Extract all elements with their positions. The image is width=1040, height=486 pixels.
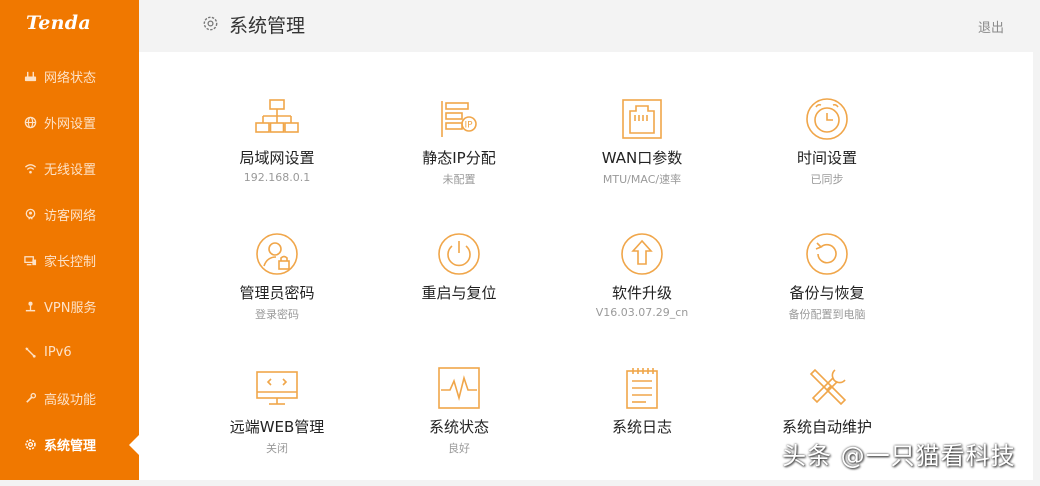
sidebar-item-label: 系统管理	[44, 438, 97, 454]
tile-sub: MTU/MAC/速率	[602, 173, 682, 186]
svg-text:IP: IP	[465, 121, 474, 131]
tile-static-ip[interactable]: IP 静态IP分配 未配置	[369, 97, 549, 217]
tile-sub: 192.168.0.1	[243, 171, 311, 184]
maintenance-icon	[805, 366, 849, 410]
tile-time-settings[interactable]: 时间设置 已同步	[737, 97, 917, 217]
sidebar-item-label: 家长控制	[44, 254, 97, 270]
tile-label: 系统自动维护	[781, 418, 872, 436]
sidebar-item-label: 网络状态	[44, 70, 97, 86]
backup-restore-icon	[805, 232, 849, 276]
logout-link[interactable]: 退出	[978, 17, 1004, 36]
tile-label: 软件升级	[611, 284, 672, 302]
wrench-icon	[23, 391, 37, 405]
globe-icon	[23, 115, 37, 129]
sidebar-item-system-management[interactable]: 系统管理	[0, 421, 139, 467]
tile-label: 局域网设置	[239, 149, 315, 167]
sidebar-item-label: 访客网络	[44, 208, 97, 224]
tile-system-log[interactable]: 系统日志	[552, 366, 732, 486]
sidebar-item-ipv6[interactable]: IPv6	[0, 329, 139, 375]
tile-sub: 关闭	[266, 442, 288, 455]
sidebar-item-label: 无线设置	[44, 162, 97, 178]
sidebar-item-label: IPv6	[44, 344, 72, 360]
tile-label: 系统日志	[611, 418, 672, 436]
tile-sub: V16.03.07.29_cn	[595, 306, 689, 319]
tile-remote-web-management[interactable]: 远端WEB管理 关闭	[187, 366, 367, 486]
upgrade-icon	[620, 232, 664, 276]
tenda-logo: Tenda	[26, 12, 91, 34]
ipv6-icon	[23, 345, 37, 359]
tile-sub: 登录密码	[255, 308, 299, 321]
static-ip-icon: IP	[437, 97, 481, 141]
system-log-icon	[620, 366, 664, 410]
tile-sub: 良好	[448, 442, 470, 455]
sidebar-item-network-status[interactable]: 网络状态	[0, 53, 139, 99]
watermark: 头条 @一只猫看科技	[782, 442, 1016, 470]
sidebar-item-advanced[interactable]: 高级功能	[0, 375, 139, 421]
page-title: 系统管理	[229, 15, 306, 37]
sidebar-item-wan-settings[interactable]: 外网设置	[0, 99, 139, 145]
sidebar-item-wireless[interactable]: 无线设置	[0, 145, 139, 191]
tile-label: 系统状态	[428, 418, 489, 436]
tile-label: WAN口参数	[601, 149, 683, 167]
system-status-icon	[437, 366, 481, 410]
tile-software-upgrade[interactable]: 软件升级 V16.03.07.29_cn	[552, 232, 732, 352]
sidebar-item-label: 高级功能	[44, 392, 97, 408]
gear-icon	[202, 15, 219, 32]
sidebar-item-label: 外网设置	[44, 116, 97, 132]
parental-icon	[23, 253, 37, 267]
tile-label: 时间设置	[796, 149, 857, 167]
gear-icon	[23, 437, 37, 451]
tile-sub: 未配置	[442, 173, 476, 186]
active-indicator	[129, 435, 139, 455]
tile-wan-port[interactable]: WAN口参数 MTU/MAC/速率	[552, 97, 732, 217]
remote-web-icon	[255, 366, 299, 410]
tile-backup-restore[interactable]: 备份与恢复 备份配置到电脑	[737, 232, 917, 352]
tile-label: 静态IP分配	[422, 149, 496, 167]
tile-lan-settings[interactable]: 局域网设置 192.168.0.1	[187, 97, 367, 217]
tile-reboot-reset[interactable]: 重启与复位	[369, 232, 549, 352]
wan-port-icon	[620, 97, 664, 141]
tile-sub: 已同步	[810, 173, 844, 186]
power-icon	[437, 232, 481, 276]
tile-label: 管理员密码	[239, 284, 315, 302]
header: 系统管理 退出	[139, 0, 1040, 52]
sidebar-item-parental-control[interactable]: 家长控制	[0, 237, 139, 283]
sidebar-item-guest-network[interactable]: 访客网络	[0, 191, 139, 237]
tile-system-status[interactable]: 系统状态 良好	[369, 366, 549, 486]
tile-sub: 备份配置到电脑	[788, 308, 866, 321]
lan-icon	[255, 97, 299, 141]
tile-label: 备份与恢复	[789, 284, 865, 302]
clock-icon	[805, 97, 849, 141]
wifi-icon	[23, 161, 37, 175]
sidebar-item-label: VPN服务	[44, 300, 97, 316]
vpn-icon	[23, 299, 37, 313]
tile-admin-password[interactable]: 管理员密码 登录密码	[187, 232, 367, 352]
guest-icon	[23, 207, 37, 221]
admin-password-icon	[255, 232, 299, 276]
sidebar: Tenda 网络状态 外网设置 无线设置 访客网络 家长控制 VPN服务 IPv…	[0, 0, 139, 480]
tile-label: 远端WEB管理	[229, 418, 325, 436]
sidebar-item-vpn[interactable]: VPN服务	[0, 283, 139, 329]
main-panel: 局域网设置 192.168.0.1 IP 静态IP分配 未配置 WAN口参数 M…	[139, 52, 1033, 480]
tile-label: 重启与复位	[421, 284, 497, 302]
router-icon	[23, 69, 37, 83]
